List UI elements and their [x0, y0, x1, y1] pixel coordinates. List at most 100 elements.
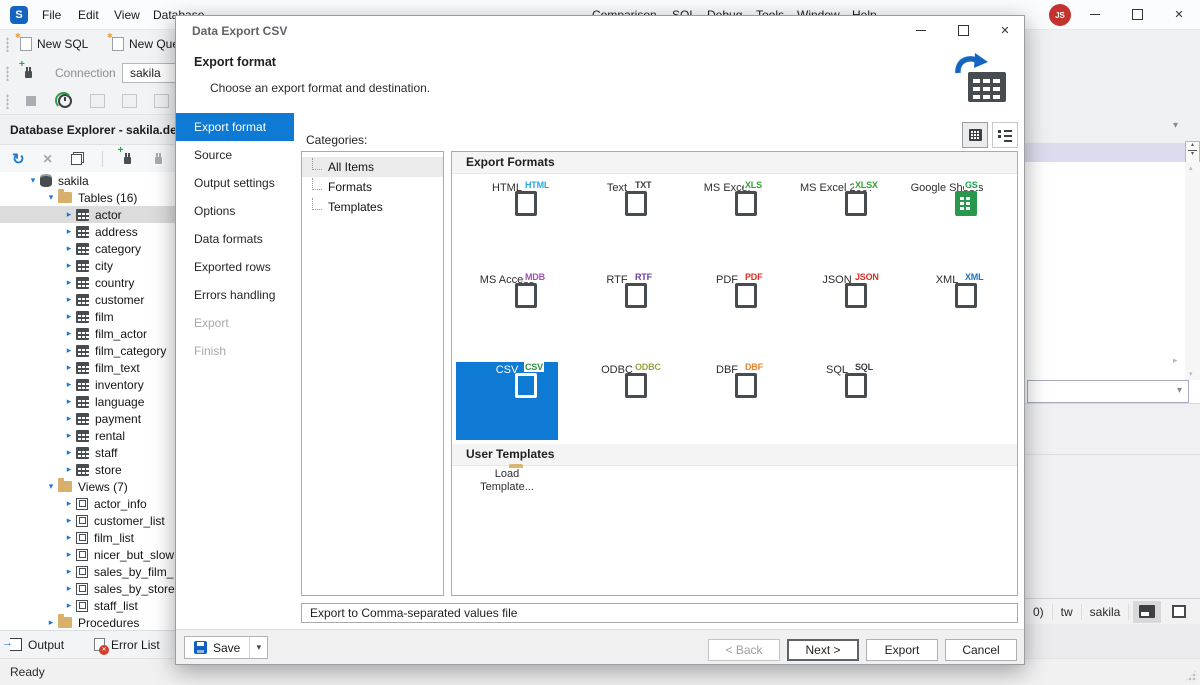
connection-tag[interactable]: tw [1053, 605, 1081, 619]
format-tile-ms-excel-2007[interactable]: XLSX MS Excel 2007 [786, 180, 888, 258]
expand-icon[interactable] [62, 447, 76, 458]
expand-icon[interactable] [62, 566, 76, 577]
delete-icon[interactable] [43, 152, 53, 166]
snippets-button[interactable] [90, 94, 105, 108]
menu-edit[interactable]: Edit [78, 8, 99, 22]
menu-file[interactable]: File [42, 8, 61, 22]
expand-icon[interactable] [62, 464, 76, 475]
wizard-step-exported-rows[interactable]: Exported rows [176, 253, 294, 281]
category-templates[interactable]: Templates [302, 197, 443, 217]
dialog-titlebar[interactable]: Data Export CSV [176, 16, 1024, 46]
format-tile-csv-selected[interactable]: CSV CSV [456, 362, 558, 440]
export-doc-button[interactable] [122, 94, 137, 108]
expand-icon[interactable] [62, 294, 76, 305]
expand-icon[interactable] [62, 345, 76, 356]
dialog-close-button[interactable] [988, 18, 1022, 43]
expand-icon[interactable] [62, 243, 76, 254]
export-doc-icon [122, 94, 137, 108]
error-list-button[interactable]: Error List [94, 638, 160, 652]
user-avatar[interactable]: JS [1049, 4, 1071, 26]
window-maximize-button[interactable] [1122, 0, 1152, 29]
expand-icon[interactable] [62, 413, 76, 424]
expand-icon[interactable] [62, 379, 76, 390]
stop-button[interactable] [26, 96, 36, 106]
format-tile-dbf[interactable]: DBF DBF [676, 362, 778, 440]
save-dropdown-button[interactable] [249, 637, 267, 658]
expand-icon[interactable] [62, 600, 76, 611]
wizard-step-source[interactable]: Source [176, 141, 294, 169]
save-icon [194, 641, 207, 654]
export-formats-group-header: Export Formats [452, 152, 1017, 174]
expand-icon[interactable] [62, 430, 76, 441]
format-tile-sql[interactable]: SQL SQL [786, 362, 888, 440]
resize-grip[interactable] [1184, 669, 1197, 682]
splitter-button[interactable] [1185, 141, 1200, 163]
list-view-button[interactable] [992, 122, 1018, 148]
format-tile-ms-excel[interactable]: XLS MS Excel [676, 180, 778, 258]
dialog-maximize-button[interactable] [946, 18, 980, 43]
expand-icon[interactable] [62, 226, 76, 237]
expand-icon[interactable] [62, 209, 76, 220]
window-close-button[interactable] [1164, 0, 1194, 29]
format-tile-ms-access[interactable]: MDB MS Access [456, 272, 558, 350]
form-view-button[interactable] [1133, 601, 1161, 623]
wizard-step-output-settings[interactable]: Output settings [176, 169, 294, 197]
category-all-items[interactable]: All Items [302, 157, 443, 177]
category-formats[interactable]: Formats [302, 177, 443, 197]
window-minimize-button[interactable] [1080, 0, 1110, 29]
format-tile-text[interactable]: TXT Text [566, 180, 668, 258]
wizard-step-export-format[interactable]: Export format [176, 113, 294, 141]
expand-icon[interactable] [62, 549, 76, 560]
expand-icon[interactable] [62, 328, 76, 339]
expand-icon[interactable] [26, 175, 40, 186]
format-tile-odbc[interactable]: ODBC ODBC [566, 362, 668, 440]
categories-label: Categories: [306, 133, 367, 147]
save-template-split-button[interactable]: Save [184, 636, 268, 659]
new-connection-icon[interactable] [121, 152, 134, 166]
toolbar-grip[interactable] [6, 37, 9, 52]
new-connection-button[interactable] [22, 66, 35, 80]
database-name[interactable]: sakila [1082, 605, 1129, 619]
wizard-step-options[interactable]: Options [176, 197, 294, 225]
refresh-icon[interactable] [12, 150, 25, 168]
duplicate-icon[interactable] [71, 152, 84, 165]
format-tile-google-sheets[interactable]: GS Google Sheets [896, 180, 998, 258]
expand-icon[interactable] [62, 498, 76, 509]
toolbar-grip[interactable] [6, 94, 9, 109]
toolbar-grip[interactable] [6, 66, 9, 81]
import-table-button[interactable] [154, 94, 169, 108]
vertical-scrollbar[interactable] [1185, 162, 1200, 380]
expand-icon[interactable] [62, 277, 76, 288]
expand-icon[interactable] [44, 481, 58, 492]
dialog-minimize-button[interactable] [904, 18, 938, 43]
expand-icon[interactable] [62, 532, 76, 543]
thumbnail-view-button[interactable] [962, 122, 988, 148]
load-template-tile[interactable]: Load Template... [456, 468, 558, 494]
format-tile-pdf[interactable]: PDF PDF [676, 272, 778, 350]
expand-icon[interactable] [62, 583, 76, 594]
history-button[interactable] [58, 94, 72, 108]
expand-icon[interactable] [62, 515, 76, 526]
next-button[interactable]: Next > [787, 639, 859, 661]
new-query-button[interactable]: New Que [112, 37, 179, 51]
expand-icon[interactable] [62, 260, 76, 271]
expand-icon[interactable] [62, 396, 76, 407]
disconnect-icon[interactable] [152, 152, 165, 166]
menu-view[interactable]: View [114, 8, 140, 22]
format-tile-json[interactable]: JSON JSON [786, 272, 888, 350]
wizard-step-errors-handling[interactable]: Errors handling [176, 281, 294, 309]
format-tile-html[interactable]: HTML HTML [456, 180, 558, 258]
export-button[interactable]: Export [866, 639, 938, 661]
new-sql-button[interactable]: New SQL [20, 37, 88, 51]
format-tile-xml[interactable]: XML XML [896, 272, 998, 350]
cancel-button[interactable]: Cancel [945, 639, 1017, 661]
grid-view-button[interactable] [1165, 601, 1193, 623]
wizard-step-data-formats[interactable]: Data formats [176, 225, 294, 253]
expand-icon[interactable] [62, 362, 76, 373]
output-button[interactable]: Output [10, 638, 64, 652]
expand-icon[interactable] [44, 617, 58, 628]
filter-combobox[interactable] [1027, 380, 1189, 403]
expand-icon[interactable] [62, 311, 76, 322]
format-tile-rtf[interactable]: RTF RTF [566, 272, 668, 350]
expand-icon[interactable] [44, 192, 58, 203]
